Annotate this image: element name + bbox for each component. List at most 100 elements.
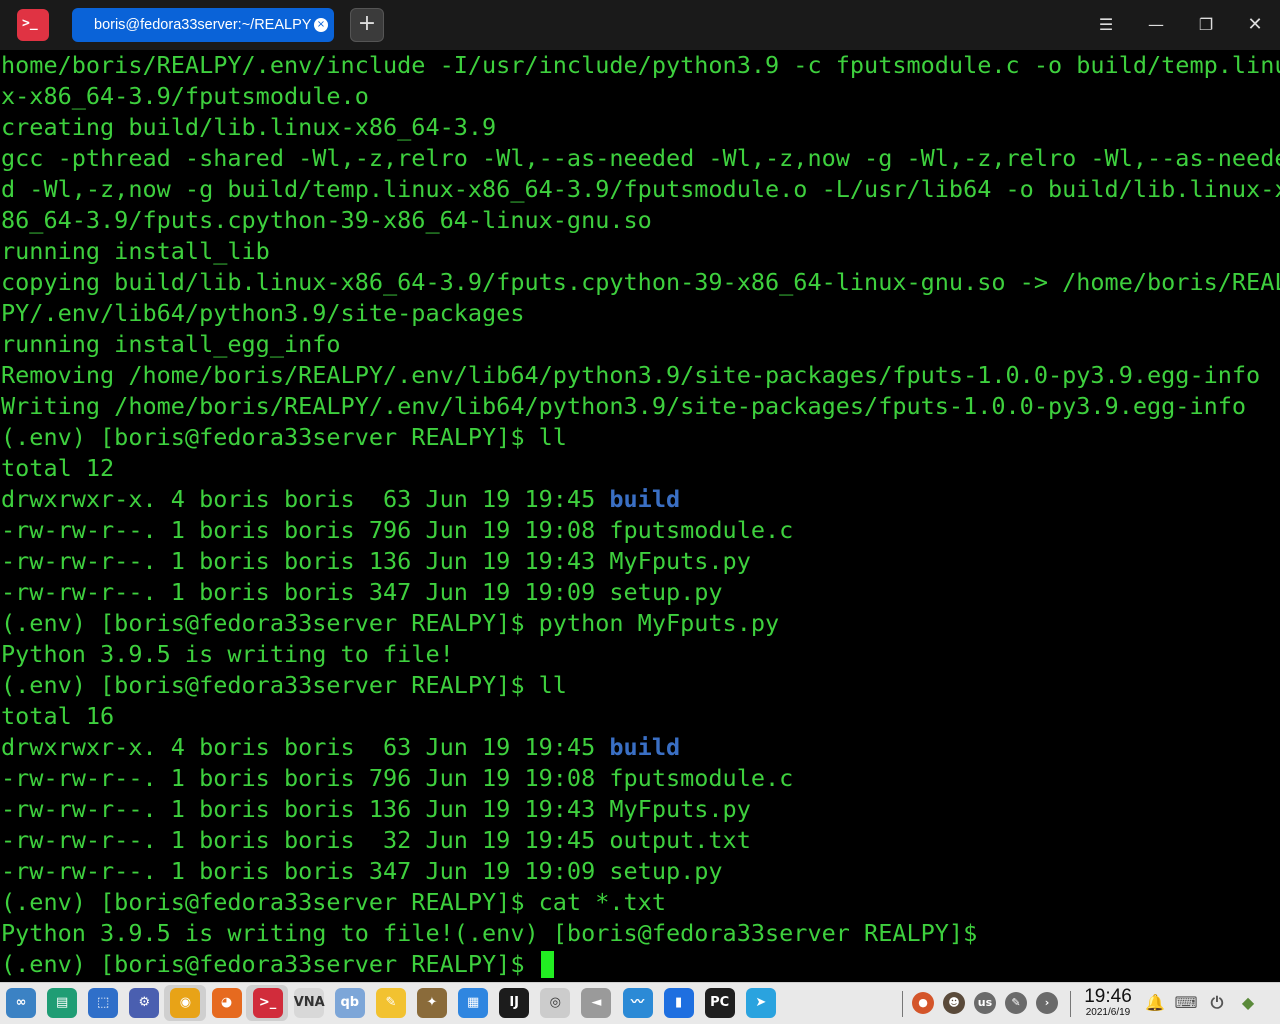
taskbar-divider xyxy=(902,991,903,1017)
tray-tool-icon[interactable]: ✎ xyxy=(1005,992,1027,1014)
minimize-button[interactable]: — xyxy=(1143,12,1169,38)
terminal-line-text: (.env) [boris@fedora33server REALPY]$ py… xyxy=(1,609,780,637)
terminal-line: copying build/lib.linux-x86_64-3.9/fputs… xyxy=(1,267,1280,298)
terminal-line: (.env) [boris@fedora33server REALPY]$ ll xyxy=(1,670,567,701)
terminal-line: (.env) [boris@fedora33server REALPY]$ ll xyxy=(1,422,567,453)
terminal-line-text: drwxrwxr-x. 4 boris boris 63 Jun 19 19:4… xyxy=(1,733,610,761)
audio-player-icon[interactable]: ◄ xyxy=(581,988,612,1018)
keyboard-layout-icon[interactable]: us xyxy=(974,992,996,1014)
terminal-line: running install_egg_info xyxy=(1,329,341,360)
chrome-icon[interactable]: ◉ xyxy=(170,988,201,1018)
terminal-line: 86_64-3.9/fputs.cpython-39-x86_64-linux-… xyxy=(1,205,652,236)
terminal-line: PY/.env/lib64/python3.9/site-packages xyxy=(1,298,524,329)
terminal-line-text: Python 3.9.5 is writing to file! xyxy=(1,640,454,668)
terminal-line-text: -rw-rw-r--. 1 boris boris 796 Jun 19 19:… xyxy=(1,764,794,792)
disc-icon[interactable]: ◎ xyxy=(540,988,571,1018)
qbittorrent-icon[interactable]: qb xyxy=(334,988,365,1018)
system-monitor-icon[interactable]: 〰 xyxy=(622,988,653,1018)
clock-date[interactable]: 2021/6/19 xyxy=(1080,1007,1136,1019)
terminal-line: Python 3.9.5 is writing to file!(.env) [… xyxy=(1,918,977,949)
app-grid-icon[interactable]: ▦ xyxy=(458,988,489,1018)
terminal-line-text: running install_egg_info xyxy=(1,330,341,358)
menu-icon[interactable]: ☰ xyxy=(1093,12,1119,38)
title-bar: >_ boris@fedora33server:~/REALPY × + ☰ —… xyxy=(0,0,1280,50)
file-manager-icon[interactable]: ▤ xyxy=(47,988,78,1018)
terminal-icon[interactable]: >_ xyxy=(252,988,283,1018)
terminal-line: running install_lib xyxy=(1,236,270,267)
terminal-line-text: Removing /home/boris/REALPY/.env/lib64/p… xyxy=(1,361,1261,389)
terminal-line: total 16 xyxy=(1,701,114,732)
game-icon[interactable]: ✦ xyxy=(417,988,447,1018)
terminal-line-text: PY/.env/lib64/python3.9/site-packages xyxy=(1,299,525,327)
intellij-icon[interactable]: IJ xyxy=(499,988,530,1018)
terminal-line: drwxrwxr-x. 4 boris boris 63 Jun 19 19:4… xyxy=(1,484,680,515)
terminal-app-icon: >_ xyxy=(17,9,49,41)
terminal-line-text: (.env) [boris@fedora33server REALPY]$ xyxy=(1,950,539,978)
terminal-line: (.env) [boris@fedora33server REALPY]$ xyxy=(1,949,554,980)
terminal-line: -rw-rw-r--. 1 boris boris 136 Jun 19 19:… xyxy=(1,546,751,577)
terminal-line-text: (.env) [boris@fedora33server REALPY]$ ll xyxy=(1,671,567,699)
taskbar: ∞ ▤ ⬚ ⚙ ◉ ◕ >_ VNA qb ✎ ✦ ▦ IJ ◎ ◄ 〰 ▮ PC ➤ ● ☻ us ✎ › 19:46 2… xyxy=(0,982,1280,1024)
terminal-line-text: (.env) [boris@fedora33server REALPY]$ ll xyxy=(1,423,567,451)
keyboard-icon[interactable]: ⌨ xyxy=(1173,988,1199,1018)
terminal-line: -rw-rw-r--. 1 boris boris 347 Jun 19 19:… xyxy=(1,856,723,887)
taskbar-divider xyxy=(1070,991,1071,1017)
terminal-output[interactable]: home/boris/REALPY/.env/include -I/usr/in… xyxy=(0,50,1280,982)
terminal-line: home/boris/REALPY/.env/include -I/usr/in… xyxy=(1,50,1280,81)
terminal-line-text: -rw-rw-r--. 1 boris boris 32 Jun 19 19:4… xyxy=(1,826,751,854)
clock-time[interactable]: 19:46 xyxy=(1080,986,1136,1008)
terminal-line: -rw-rw-r--. 1 boris boris 796 Jun 19 19:… xyxy=(1,515,793,546)
tray-app-icon[interactable]: ● xyxy=(912,992,934,1014)
directory-name: build xyxy=(609,485,681,513)
maximize-button[interactable]: ❐ xyxy=(1193,12,1219,38)
terminal-line: gcc -pthread -shared -Wl,-z,relro -Wl,--… xyxy=(1,143,1280,174)
terminal-line-text: drwxrwxr-x. 4 boris boris 63 Jun 19 19:4… xyxy=(1,485,610,513)
terminal-line-text: d -Wl,-z,now -g build/temp.linux-x86_64-… xyxy=(1,175,1280,203)
notification-icon[interactable]: 🔔 xyxy=(1142,988,1168,1018)
terminal-line: d -Wl,-z,now -g build/temp.linux-x86_64-… xyxy=(1,174,1280,205)
terminal-line: (.env) [boris@fedora33server REALPY]$ ca… xyxy=(1,887,666,918)
terminal-line-text: -rw-rw-r--. 1 boris boris 347 Jun 19 19:… xyxy=(1,578,723,606)
terminal-line: x-x86_64-3.9/fputsmodule.o xyxy=(1,81,369,112)
close-button[interactable]: ✕ xyxy=(1242,12,1268,38)
terminal-line-text: running install_lib xyxy=(1,237,270,265)
terminal-line: -rw-rw-r--. 1 boris boris 796 Jun 19 19:… xyxy=(1,763,793,794)
terminal-line: Python 3.9.5 is writing to file! xyxy=(1,639,454,670)
settings-icon[interactable]: ⚙ xyxy=(129,988,160,1018)
terminal-line: -rw-rw-r--. 1 boris boris 136 Jun 19 19:… xyxy=(1,794,751,825)
terminal-line-text: home/boris/REALPY/.env/include -I/usr/in… xyxy=(1,51,1280,79)
terminal-line-text: (.env) [boris@fedora33server REALPY]$ ca… xyxy=(1,888,666,916)
vnc-viewer-icon[interactable]: VNA xyxy=(293,988,325,1018)
terminal-line: -rw-rw-r--. 1 boris boris 32 Jun 19 19:4… xyxy=(1,825,751,856)
text-editor-icon[interactable]: ✎ xyxy=(375,988,406,1018)
telegram-icon[interactable]: ➤ xyxy=(745,988,776,1018)
app-store-icon[interactable]: ⬚ xyxy=(88,988,119,1018)
terminal-cursor xyxy=(540,951,554,978)
tab-title: boris@fedora33server:~/REALPY xyxy=(94,17,312,33)
terminal-line-text: Python 3.9.5 is writing to file!(.env) [… xyxy=(1,919,978,947)
terminal-line-text: -rw-rw-r--. 1 boris boris 136 Jun 19 19:… xyxy=(1,795,751,823)
shield-icon[interactable]: ◆ xyxy=(1235,988,1261,1018)
terminal-line-text: x-x86_64-3.9/fputsmodule.o xyxy=(1,82,369,110)
directory-name: build xyxy=(609,733,681,761)
terminal-line-text: total 12 xyxy=(1,454,115,482)
tab-close-icon[interactable]: × xyxy=(314,18,328,32)
terminal-line: drwxrwxr-x. 4 boris boris 63 Jun 19 19:4… xyxy=(1,732,680,763)
terminal-line-text: copying build/lib.linux-x86_64-3.9/fputs… xyxy=(1,268,1280,296)
pycharm-icon[interactable]: PC xyxy=(704,988,735,1018)
launcher-icon[interactable]: ∞ xyxy=(6,988,36,1018)
tab-terminal[interactable]: boris@fedora33server:~/REALPY × xyxy=(72,8,334,42)
terminal-line: -rw-rw-r--. 1 boris boris 347 Jun 19 19:… xyxy=(1,577,723,608)
new-tab-button[interactable]: + xyxy=(350,8,384,42)
firefox-icon[interactable]: ◕ xyxy=(211,988,242,1018)
terminal-line-text: 86_64-3.9/fputs.cpython-39-x86_64-linux-… xyxy=(1,206,652,234)
terminal-line-text: creating build/lib.linux-x86_64-3.9 xyxy=(1,113,497,141)
tray-face-icon[interactable]: ☻ xyxy=(943,992,965,1014)
tray-expand-icon[interactable]: › xyxy=(1036,992,1058,1014)
terminal-line-text: -rw-rw-r--. 1 boris boris 347 Jun 19 19:… xyxy=(1,857,723,885)
power-icon[interactable]: ⏻ xyxy=(1204,988,1230,1018)
terminal-line: Writing /home/boris/REALPY/.env/lib64/py… xyxy=(1,391,1246,422)
terminal-line-text: -rw-rw-r--. 1 boris boris 136 Jun 19 19:… xyxy=(1,547,751,575)
terminal-line-text: gcc -pthread -shared -Wl,-z,relro -Wl,--… xyxy=(1,144,1280,172)
document-viewer-icon[interactable]: ▮ xyxy=(663,988,694,1018)
